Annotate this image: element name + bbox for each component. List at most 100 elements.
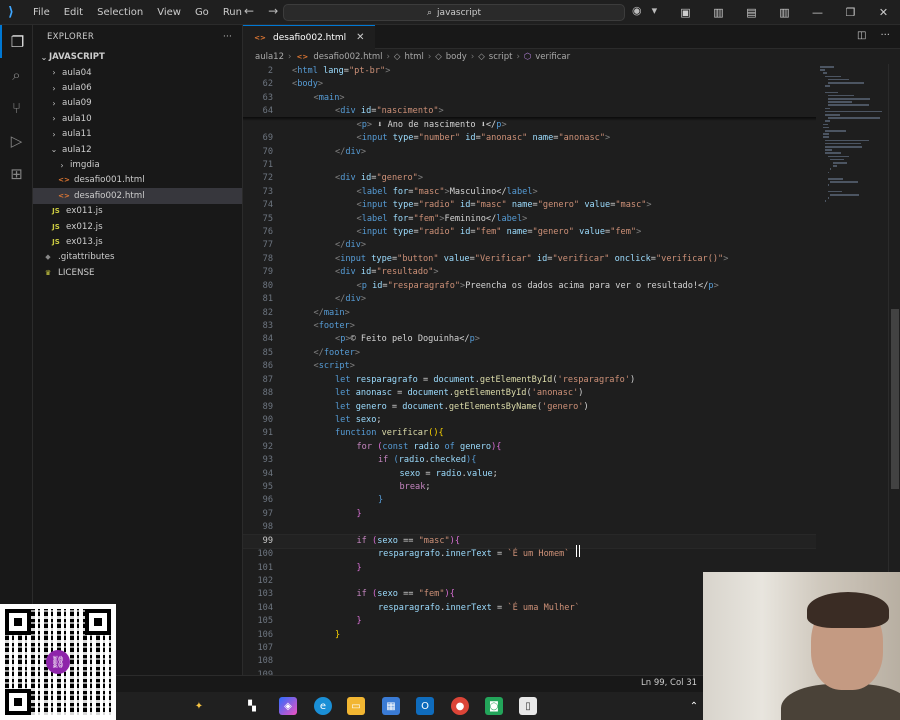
task-view-icon[interactable]: ▚: [243, 697, 261, 715]
secondary-sidebar-icon[interactable]: ▥: [768, 0, 801, 25]
code-token: >: [713, 280, 719, 291]
tab-desafio002[interactable]: <> desafio002.html ✕: [243, 25, 375, 49]
line-number: 69: [262, 133, 273, 144]
file-explorer-icon[interactable]: ▭: [347, 697, 365, 715]
notepad-icon[interactable]: ▯: [519, 697, 537, 715]
chevron-up-icon[interactable]: ⌃: [685, 697, 703, 715]
menu-view[interactable]: View: [150, 0, 188, 25]
copilot-icon[interactable]: ◉: [632, 4, 642, 17]
explorer-item-desafio002-html[interactable]: <> desafio002.html: [33, 188, 242, 204]
sidebar-toggle-icon[interactable]: ▥: [702, 0, 735, 25]
menu-selection[interactable]: Selection: [90, 0, 150, 25]
code-line[interactable]: 98: [243, 521, 816, 534]
explorer-item-ex011-js[interactable]: JS ex011.js: [33, 204, 242, 219]
explorer-item-desafio001-html[interactable]: <> desafio001.html: [33, 173, 242, 188]
source-control-icon[interactable]: ⑂: [0, 91, 33, 124]
breadcrumb-item[interactable]: aula12: [255, 52, 284, 62]
code-line[interactable]: 75 <label for="fem">Feminino</label>: [243, 213, 816, 226]
code-line[interactable]: 97}: [243, 508, 816, 521]
code-line[interactable]: 94 sexo = radio.value;: [243, 468, 816, 481]
more-actions-icon[interactable]: ···: [223, 32, 232, 42]
run-debug-icon[interactable]: ▷: [0, 124, 33, 157]
close-window-icon[interactable]: ✕: [867, 0, 900, 25]
edge-icon[interactable]: e: [314, 697, 332, 715]
code-line[interactable]: 72 <div id="genero">: [243, 172, 816, 185]
breadcrumb-item[interactable]: body: [446, 52, 467, 62]
code-line[interactable]: 69 <input type="number" id="anonasc" name…: [243, 132, 816, 145]
code-line[interactable]: 63 <main>: [243, 92, 816, 105]
code-line[interactable]: 80 <p id="resparagrafo">Preencha os dados…: [243, 280, 816, 293]
split-editor-icon[interactable]: ◫: [857, 30, 866, 41]
code-line[interactable]: 89 let genero = document.getElementsByNam…: [243, 401, 816, 414]
command-center-search[interactable]: ⌕ javascript: [283, 4, 625, 21]
code-line[interactable]: 90 let sexo;: [243, 414, 816, 427]
code-line[interactable]: 100 resparagrafo.innerText = `É um Homem`: [243, 548, 816, 561]
copilot-app-icon[interactable]: ◈: [279, 697, 297, 715]
code-line[interactable]: 88 let anonasc = document.getElementById(…: [243, 387, 816, 400]
breadcrumb-item[interactable]: script: [489, 52, 513, 62]
menu-go[interactable]: Go: [188, 0, 216, 25]
back-arrow-icon[interactable]: ←: [244, 4, 254, 18]
code-line[interactable]: 81 </div>: [243, 293, 816, 306]
explorer-item-aula04[interactable]: › aula04: [33, 65, 242, 80]
explorer-item-aula12[interactable]: ⌄ aula12: [33, 142, 242, 157]
cursor-position[interactable]: Ln 99, Col 31: [641, 678, 697, 688]
minimap-line: [825, 107, 830, 110]
code-token: let: [335, 401, 356, 412]
close-tab-icon[interactable]: ✕: [356, 32, 364, 43]
code-line[interactable]: 86 <script>: [243, 360, 816, 373]
explorer-item-aula10[interactable]: › aula10: [33, 111, 242, 126]
explorer-item-aula11[interactable]: › aula11: [33, 127, 242, 142]
panel-toggle-icon[interactable]: ▤: [735, 0, 768, 25]
code-line[interactable]: 82 </main>: [243, 307, 816, 320]
code-line[interactable]: 87 let resparagrafo = document.getElement…: [243, 374, 816, 387]
code-line[interactable]: 91 function verificar(){: [243, 427, 816, 440]
search-view-icon[interactable]: ⌕: [0, 58, 33, 91]
breadcrumb-item[interactable]: html: [404, 52, 423, 62]
explorer-item-aula06[interactable]: › aula06: [33, 80, 242, 95]
code-line[interactable]: 84 <p>© Feito pelo Doguinha</p>: [243, 333, 816, 346]
copilot-dropdown-icon[interactable]: ▾: [652, 4, 658, 17]
store-icon[interactable]: ▦: [382, 697, 400, 715]
explorer-item-license[interactable]: ♛ LICENSE: [33, 265, 242, 280]
code-line[interactable]: 73 <label for="masc">Masculino</label>: [243, 186, 816, 199]
restore-icon[interactable]: ❐: [834, 0, 867, 25]
menu-edit[interactable]: Edit: [57, 0, 90, 25]
widgets-icon[interactable]: ✦: [190, 697, 208, 715]
explorer-item-aula09[interactable]: › aula09: [33, 96, 242, 111]
code-line[interactable]: 76 <input type="radio" id="fem" name="gen…: [243, 226, 816, 239]
explorer-item-ex012-js[interactable]: JS ex012.js: [33, 219, 242, 234]
chrome-icon[interactable]: ●: [451, 697, 469, 715]
code-line[interactable]: 71: [243, 159, 816, 172]
code-line[interactable]: 96}: [243, 494, 816, 507]
code-line[interactable]: 83 <footer>: [243, 320, 816, 333]
explorer-item--gitattributes[interactable]: ◆ .gitattributes: [33, 250, 242, 265]
code-line[interactable]: 95 break;: [243, 481, 816, 494]
editor-more-icon[interactable]: ···: [880, 30, 890, 41]
minimize-icon[interactable]: —: [801, 0, 834, 25]
code-line[interactable]: 78 <input type="button" value="Verificar"…: [243, 253, 816, 266]
code-line[interactable]: 77 </div>: [243, 239, 816, 252]
discord-icon[interactable]: ◙: [485, 697, 503, 715]
code-line[interactable]: 70 </div>: [243, 146, 816, 159]
extensions-icon[interactable]: ⊞: [0, 157, 33, 190]
breadcrumb-item[interactable]: verificar: [535, 52, 570, 62]
explorer-item-imgdia[interactable]: › imgdia: [33, 157, 242, 172]
code-line[interactable]: 62 <body>: [243, 78, 816, 91]
forward-arrow-icon[interactable]: →: [268, 4, 278, 18]
workspace-root-folder[interactable]: ⌄ JAVASCRIPT: [33, 49, 242, 65]
code-line[interactable]: 85 </footer>: [243, 347, 816, 360]
explorer-item-ex013-js[interactable]: JS ex013.js: [33, 234, 242, 249]
breadcrumb-item[interactable]: desafio002.html: [313, 52, 382, 62]
code-line[interactable]: 2 <html lang="pt-br">: [243, 65, 816, 78]
code-line[interactable]: 74 <input type="radio" id="masc" name="ge…: [243, 199, 816, 212]
code-line[interactable]: 79 <div id="resultado">: [243, 266, 816, 279]
explorer-icon[interactable]: ❐: [0, 25, 33, 58]
layout-toggle-icon[interactable]: ▣: [669, 0, 702, 25]
outlook-icon[interactable]: O: [416, 697, 434, 715]
menu-file[interactable]: File: [26, 0, 57, 25]
code-line[interactable]: 93 if (radio.checked){: [243, 454, 816, 467]
code-line[interactable]: 99 if (sexo == "masc"){: [243, 533, 816, 550]
scrollbar-thumb[interactable]: [891, 309, 899, 489]
code-line[interactable]: 92 for (const radio of genero){: [243, 441, 816, 454]
